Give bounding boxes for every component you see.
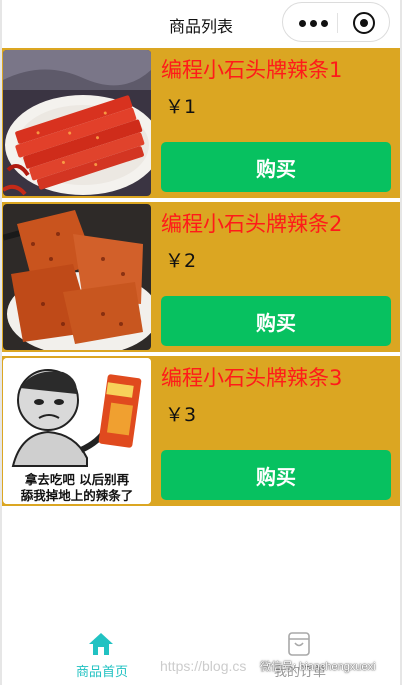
- product-image: [3, 50, 151, 196]
- mini-program-capsule: [282, 2, 390, 42]
- watermark-wechat: 微信号: bianchengxuexi: [260, 661, 376, 673]
- meme-caption-line2: 舔我掉地上的辣条了: [21, 488, 134, 503]
- product-price: ￥3: [165, 404, 197, 426]
- product-name: 编程小石头牌辣条2: [161, 212, 343, 236]
- bag-icon: [288, 632, 310, 656]
- product-image: [3, 204, 151, 350]
- product-card: 拿去吃吧 以后别再 舔我掉地上的辣条了 编程小石头牌辣条3 ￥3 购买: [2, 356, 400, 506]
- home-icon: [89, 633, 113, 655]
- more-dots-icon[interactable]: [299, 20, 329, 28]
- navigation-bar: 商品列表: [2, 0, 400, 48]
- buy-button[interactable]: 购买: [161, 296, 391, 346]
- product-card: 编程小石头牌辣条2 ￥2 购买: [2, 202, 400, 352]
- product-name: 编程小石头牌辣条1: [161, 58, 343, 82]
- product-card: 编程小石头牌辣条1 ￥1 购买: [2, 48, 400, 198]
- product-list: 编程小石头牌辣条1 ￥1 购买 编程小石头牌辣条2 ￥2 购买 拿去吃吧 以后别…: [2, 48, 400, 510]
- tab-bar: 商品首页 我的订单: [2, 615, 400, 685]
- product-image: 拿去吃吧 以后别再 舔我掉地上的辣条了: [3, 358, 151, 504]
- product-price: ￥2: [165, 250, 197, 272]
- meme-caption-line1: 拿去吃吧 以后别再: [24, 472, 130, 487]
- phone-frame: 商品列表 编程小石头牌辣条1 ￥1 购买 编程小石头牌辣条2 ￥2 购买 拿去吃…: [0, 0, 402, 685]
- product-price: ￥1: [165, 96, 197, 118]
- buy-button[interactable]: 购买: [161, 142, 391, 192]
- tab-orders[interactable]: 我的订单: [200, 627, 400, 683]
- tab-home[interactable]: 商品首页: [2, 627, 202, 683]
- buy-button[interactable]: 购买: [161, 450, 391, 500]
- product-name: 编程小石头牌辣条3: [161, 366, 343, 390]
- close-target-icon[interactable]: [353, 12, 375, 34]
- capsule-divider: [337, 13, 338, 33]
- watermark-url: https://blog.cs: [160, 658, 247, 674]
